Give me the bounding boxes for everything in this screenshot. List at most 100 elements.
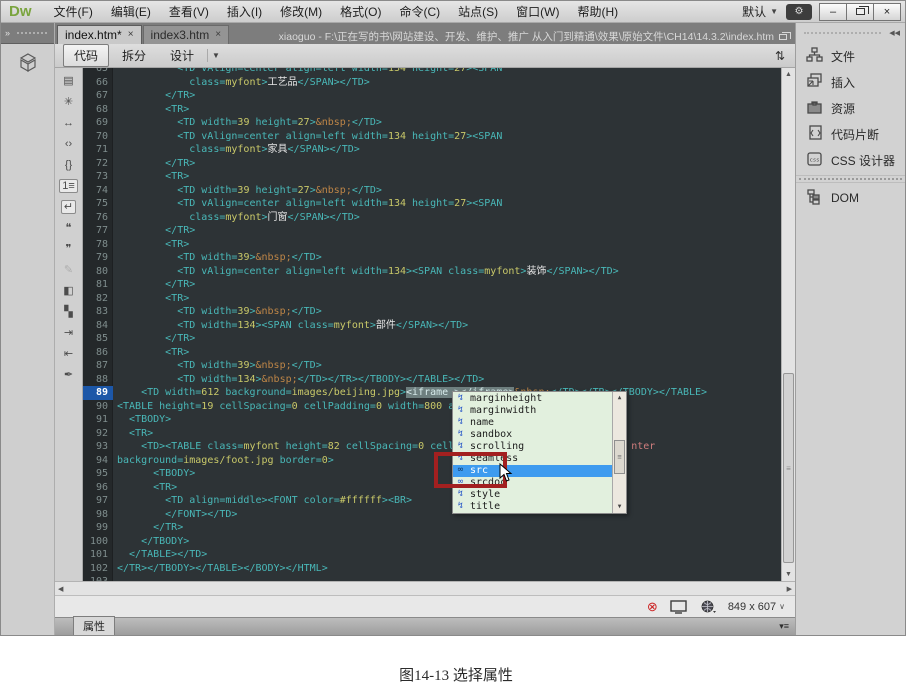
code-line: 73 <TR> [83, 170, 781, 184]
horizontal-scrollbar[interactable]: ◀ ▶ [55, 581, 795, 595]
dropdown-scroll-down-icon[interactable]: ▼ [613, 501, 626, 513]
tab-close-icon[interactable]: × [215, 29, 221, 40]
menu-item[interactable]: 查看(V) [161, 1, 217, 22]
extract-panel-icon[interactable] [18, 52, 38, 74]
scroll-up-icon[interactable]: ▲ [782, 68, 795, 81]
collapse-selection-icon[interactable]: ↔ [63, 116, 74, 130]
code-text: <TD vAlign=center align=left width=134 h… [113, 197, 502, 211]
code-text: <TD vAlign=center align=left width=134><… [113, 265, 619, 279]
panel-item-snippets[interactable]: 代码片断 [796, 121, 905, 147]
format-source-icon[interactable]: ▚ [64, 305, 72, 319]
properties-tab[interactable]: 属性 [73, 616, 115, 635]
autocomplete-item[interactable]: ↯scrolling [453, 440, 612, 452]
recent-snippets-icon[interactable]: ✒ [64, 368, 73, 382]
menu-item[interactable]: 文件(F) [46, 1, 101, 22]
close-button[interactable]: × [873, 3, 901, 21]
menu-item[interactable]: 站点(S) [450, 1, 506, 22]
tab-close-icon[interactable]: × [128, 29, 134, 40]
code-text: background=images/foot.jpg border=0> [113, 454, 334, 468]
restore-button[interactable] [846, 3, 874, 21]
menu-item[interactable]: 帮助(H) [569, 1, 626, 22]
code-line: 103 [83, 575, 781, 581]
code-options-icon[interactable]: ◧ [63, 284, 73, 298]
autocomplete-item[interactable]: ↯sandbox [453, 428, 612, 440]
panel-item-insert[interactable]: 插入 [796, 69, 905, 95]
code-text: <TD width=39 height=27>&nbsp;</TD> [113, 116, 382, 130]
panel-item-assets[interactable]: 资源 [796, 95, 905, 121]
preview-globe-icon[interactable] [701, 600, 716, 614]
view-button-2[interactable]: 设计 [159, 44, 205, 67]
remove-comment-icon[interactable]: ❞ [66, 242, 72, 256]
dropdown-scroll-up-icon[interactable]: ▲ [613, 392, 626, 404]
code-text: </TR> [113, 157, 195, 171]
window-size-selector[interactable]: 849 x 607 ∨ [728, 601, 785, 613]
code-text: <TR> [113, 427, 153, 441]
code-text: <TR> [113, 238, 189, 252]
code-line: 74 <TD width=39 height=27>&nbsp;</TD> [83, 184, 781, 198]
menu-item[interactable]: 插入(I) [219, 1, 270, 22]
menu-item[interactable]: 格式(O) [332, 1, 389, 22]
document-tab[interactable]: index3.htm× [143, 25, 230, 44]
code-editor[interactable]: 65 <TD vAlign=center align=left width=13… [83, 68, 781, 581]
panel-item-label: CSS 设计器 [831, 152, 895, 169]
error-status-icon[interactable]: ⊗ [647, 599, 658, 615]
menu-item[interactable]: 修改(M) [272, 1, 330, 22]
select-parent-tag-icon[interactable]: ‹› [65, 137, 72, 151]
minimize-button[interactable]: – [819, 3, 847, 21]
vertical-scroll-thumb[interactable]: ≡ [783, 373, 794, 563]
line-number: 78 [83, 238, 113, 252]
code-text: <TABLE height=19 cellSpacing=0 cellPaddi… [113, 400, 454, 414]
menu-item[interactable]: 编辑(E) [103, 1, 159, 22]
apply-comment-icon[interactable]: ❝ [66, 221, 72, 235]
code-line: 94background=images/foot.jpg border=0> [83, 454, 781, 468]
line-number: 70 [83, 130, 113, 144]
code-text: </TABLE></TD> [113, 548, 207, 562]
code-line: 99 </TR> [83, 521, 781, 535]
panel-item-css-designer[interactable]: cssCSS 设计器 [796, 147, 905, 173]
open-documents-icon[interactable]: ▤ [63, 74, 73, 88]
code-line: 83 <TD width=39>&nbsp;</TD> [83, 305, 781, 319]
vertical-scrollbar[interactable]: ▲ ≡ ▼ [781, 68, 795, 581]
document-tab[interactable]: index.htm*× [57, 25, 142, 44]
code-sort-icon[interactable]: ⇅ [775, 49, 795, 63]
code-text [113, 575, 117, 581]
autocomplete-item[interactable]: ↯marginheight [453, 392, 612, 404]
scroll-down-icon[interactable]: ▼ [782, 568, 795, 581]
autocomplete-item[interactable]: ↯marginwidth [453, 404, 612, 416]
dropdown-scrollbar[interactable]: ▲ ≡ ▼ [612, 392, 626, 513]
sync-settings-button[interactable]: ⚙ [786, 4, 812, 20]
autocomplete-label: marginheight [470, 393, 542, 404]
autocomplete-item[interactable]: ↯name [453, 416, 612, 428]
workspace-switcher[interactable]: 默认 ▼ [742, 3, 778, 20]
line-numbers-icon[interactable]: 1≡ [59, 179, 78, 193]
panel-item-site-files[interactable]: 文件 [796, 43, 905, 69]
design-view-chevron[interactable]: ▼ [207, 49, 224, 62]
collapse-panels-icon[interactable]: ◀◀ [889, 29, 900, 37]
collapse-full-tag-icon[interactable]: ✳ [64, 95, 73, 109]
menu-item[interactable]: 窗口(W) [508, 1, 567, 22]
line-number: 90 [83, 400, 113, 414]
panel-item-dom-tree[interactable]: DOM [796, 185, 905, 211]
insert-icon [806, 73, 823, 92]
outdent-icon[interactable]: ⇤ [64, 347, 73, 361]
code-text: <TD width=39>&nbsp;</TD> [113, 359, 322, 373]
float-window-icon[interactable] [779, 34, 787, 40]
monitor-icon[interactable] [670, 600, 689, 614]
code-text: </TBODY> [113, 535, 189, 549]
panel-menu-icon[interactable]: ▾≡ [779, 621, 789, 632]
code-line: 82 <TR> [83, 292, 781, 306]
view-button-0[interactable]: 代码 [63, 44, 109, 67]
autocomplete-item[interactable]: ↯style [453, 489, 612, 501]
menu-item[interactable]: 命令(C) [391, 1, 448, 22]
indent-icon[interactable]: ⇥ [64, 326, 73, 340]
line-number: 93 [83, 440, 113, 454]
scroll-left-icon[interactable]: ◀ [58, 585, 63, 593]
autocomplete-item[interactable]: ↯title [453, 501, 612, 513]
dropdown-scroll-thumb[interactable]: ≡ [614, 440, 625, 474]
left-dock-header[interactable]: » [1, 23, 54, 44]
line-number: 81 [83, 278, 113, 292]
scroll-right-icon[interactable]: ▶ [787, 585, 792, 593]
word-wrap-icon[interactable]: ↵ [61, 200, 76, 214]
balance-braces-icon[interactable]: {} [65, 158, 72, 172]
view-button-1[interactable]: 拆分 [111, 44, 157, 67]
